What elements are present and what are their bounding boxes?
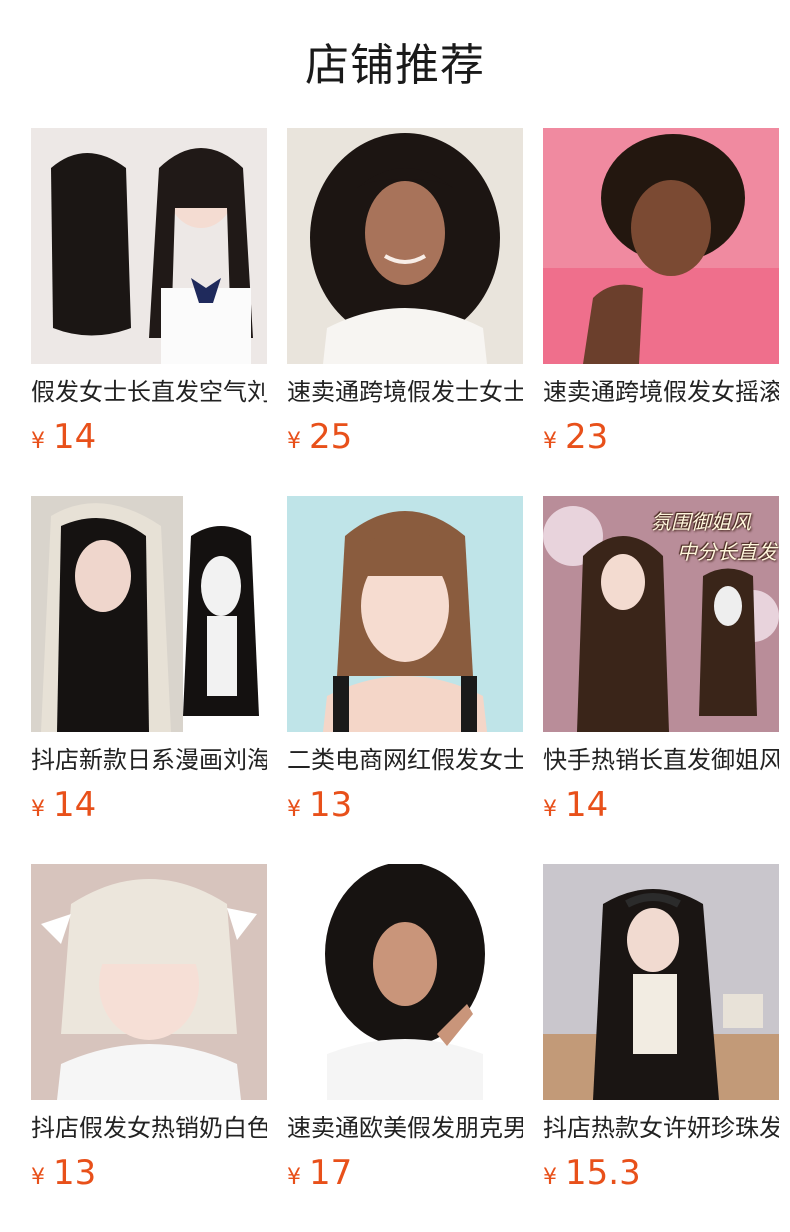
currency-symbol: ¥ [287,797,301,822]
overlay-caption: 氛围御姐风 [651,510,751,534]
product-image[interactable] [31,864,267,1100]
product-name[interactable]: 快手热销长直发御姐风 [543,744,779,776]
product-price: ¥ 17 [287,1151,352,1195]
currency-symbol: ¥ [287,1165,301,1190]
product-name[interactable]: 二类电商网红假发女士 [287,744,523,776]
product-price: ¥ 14 [31,783,96,827]
product-name[interactable]: 速卖通欧美假发朋克男 [287,1112,523,1144]
product-card[interactable]: 速卖通跨境假发士女士 ¥ 25 [287,128,523,457]
product-price: ¥ 15.3 [543,1151,641,1195]
price-amount: 13 [309,785,353,825]
product-image[interactable] [287,496,523,732]
product-name[interactable]: 假发女士长直发空气刘海 [31,376,267,408]
price-amount: 14 [565,785,609,825]
product-price: ¥ 13 [287,783,352,827]
currency-symbol: ¥ [543,797,557,822]
page-title: 店铺推荐 [305,40,485,91]
price-amount: 15.3 [565,1153,641,1193]
product-image[interactable] [543,128,779,364]
currency-symbol: ¥ [543,429,557,454]
product-card[interactable]: 速卖通跨境假发女摇滚 ¥ 23 [543,128,779,457]
product-image[interactable] [543,864,779,1100]
product-card[interactable]: 假发女士长直发空气刘海 ¥ 14 [31,128,267,457]
currency-symbol: ¥ [31,429,45,454]
product-name[interactable]: 抖店假发女热销奶白色 [31,1112,267,1144]
product-grid: 假发女士长直发空气刘海 ¥ 14 速卖通跨境假发士女士 ¥ 25 [31,128,779,1193]
product-name[interactable]: 抖店热款女许妍珍珠发箍 [543,1112,779,1144]
product-name[interactable]: 速卖通跨境假发女摇滚 [543,376,779,408]
price-amount: 17 [309,1153,353,1193]
product-card[interactable]: 氛围御姐风 中分长直发 快手热销长直发御姐风 ¥ 14 [543,496,779,825]
price-amount: 14 [53,785,97,825]
product-card[interactable]: 抖店热款女许妍珍珠发箍 ¥ 15.3 [543,864,779,1193]
product-price: ¥ 14 [543,783,608,827]
product-price: ¥ 14 [31,415,96,459]
product-card[interactable]: 抖店新款日系漫画刘海 ¥ 14 [31,496,267,825]
product-card[interactable]: 二类电商网红假发女士 ¥ 13 [287,496,523,825]
currency-symbol: ¥ [31,797,45,822]
product-name[interactable]: 速卖通跨境假发士女士 [287,376,523,408]
product-card[interactable]: 抖店假发女热销奶白色 ¥ 13 [31,864,267,1193]
product-image[interactable] [31,496,267,732]
product-card[interactable]: 速卖通欧美假发朋克男 ¥ 17 [287,864,523,1193]
overlay-caption: 中分长直发 [677,540,777,564]
price-amount: 14 [53,417,97,457]
product-image[interactable] [287,128,523,364]
product-name[interactable]: 抖店新款日系漫画刘海 [31,744,267,776]
currency-symbol: ¥ [287,429,301,454]
price-amount: 23 [565,417,609,457]
product-image[interactable]: 氛围御姐风 中分长直发 [543,496,779,732]
product-price: ¥ 13 [31,1151,96,1195]
price-amount: 13 [53,1153,97,1193]
currency-symbol: ¥ [543,1165,557,1190]
product-image[interactable] [287,864,523,1100]
product-price: ¥ 23 [543,415,608,459]
product-image[interactable] [31,128,267,364]
currency-symbol: ¥ [31,1165,45,1190]
price-amount: 25 [309,417,353,457]
product-price: ¥ 25 [287,415,352,459]
